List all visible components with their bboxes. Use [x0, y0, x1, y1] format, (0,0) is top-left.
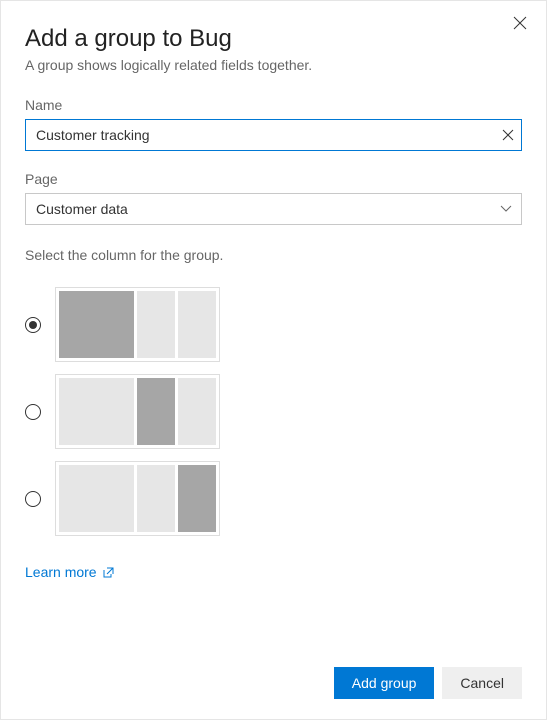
column-layout-1[interactable] [55, 287, 220, 362]
layout-column [59, 465, 134, 532]
close-icon [513, 16, 527, 30]
column-option-3 [25, 461, 522, 536]
clear-name-button[interactable] [502, 129, 514, 141]
add-group-dialog: Add a group to Bug A group shows logical… [1, 1, 546, 719]
layout-column [137, 291, 175, 358]
external-link-icon [103, 567, 114, 578]
column-layout-3[interactable] [55, 461, 220, 536]
layout-column [137, 465, 175, 532]
learn-more-link[interactable]: Learn more [25, 564, 522, 580]
layout-column [59, 378, 134, 445]
page-select[interactable]: Customer data [25, 193, 522, 225]
column-options [25, 287, 522, 536]
column-instruction: Select the column for the group. [25, 247, 522, 263]
dialog-title: Add a group to Bug [25, 25, 522, 53]
learn-more-label: Learn more [25, 564, 97, 580]
column-radio-1[interactable] [25, 317, 41, 333]
name-label: Name [25, 97, 522, 113]
column-layout-2[interactable] [55, 374, 220, 449]
close-icon [502, 129, 514, 141]
layout-column [178, 291, 216, 358]
dialog-footer: Add group Cancel [25, 655, 522, 699]
page-select-wrapper: Customer data [25, 193, 522, 225]
column-radio-2[interactable] [25, 404, 41, 420]
add-group-button[interactable]: Add group [334, 667, 435, 699]
name-input-wrapper [25, 119, 522, 151]
close-button[interactable] [512, 15, 528, 31]
spacer [25, 580, 522, 655]
page-label: Page [25, 171, 522, 187]
column-option-1 [25, 287, 522, 362]
page-select-value: Customer data [36, 201, 128, 217]
name-input[interactable] [25, 119, 522, 151]
layout-column [59, 291, 134, 358]
column-radio-3[interactable] [25, 491, 41, 507]
layout-column [137, 378, 175, 445]
cancel-button[interactable]: Cancel [442, 667, 522, 699]
layout-column [178, 465, 216, 532]
column-option-2 [25, 374, 522, 449]
layout-column [178, 378, 216, 445]
dialog-subtitle: A group shows logically related fields t… [25, 57, 522, 73]
